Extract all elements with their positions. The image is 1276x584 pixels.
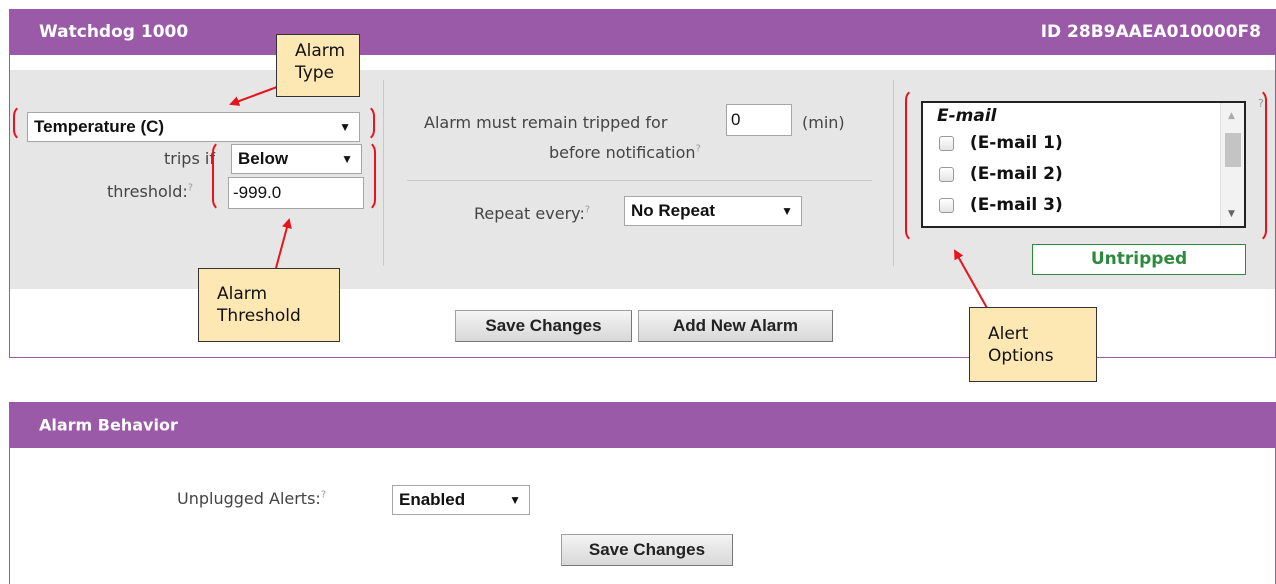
alarm-threshold-callout: Alarm Threshold [198, 268, 340, 342]
alarm-behavior-title: Alarm Behavior [39, 415, 178, 435]
repeat-label: Repeat every:? [474, 204, 591, 223]
alarm-type-callout: Alarm Type [276, 34, 360, 97]
minutes-unit: (min) [802, 113, 845, 132]
tripped-duration-label: Alarm must remain tripped for [424, 113, 668, 132]
device-id: ID 28B9AAEA010000F8 [1040, 22, 1261, 42]
alarm-behavior-header: Alarm Behavior [9, 402, 1276, 448]
dropdown-arrow-icon: ▼ [781, 204, 793, 218]
repeat-select[interactable]: No Repeat ▼ [624, 196, 802, 226]
notification-label: before notification? [549, 143, 701, 162]
alert-options-callout: Alert Options [969, 307, 1097, 382]
behavior-save-button[interactable]: Save Changes [561, 534, 733, 566]
column-divider [383, 80, 384, 266]
save-changes-button[interactable]: Save Changes [455, 310, 632, 342]
help-icon[interactable]: ? [188, 183, 193, 194]
tripped-minutes-input[interactable]: 0 [726, 104, 792, 136]
device-header: Watchdog 1000 ID 28B9AAEA010000F8 [9, 9, 1276, 55]
device-title: Watchdog 1000 [39, 22, 189, 42]
help-icon[interactable]: ? [585, 205, 590, 216]
dropdown-arrow-icon: ▼ [509, 493, 521, 507]
add-new-alarm-button[interactable]: Add New Alarm [638, 310, 833, 342]
alarm-threshold-highlight [212, 140, 376, 212]
column-divider [893, 80, 894, 266]
threshold-label: threshold:? [107, 182, 194, 201]
help-icon[interactable]: ? [321, 490, 326, 501]
unplugged-alerts-label: Unplugged Alerts:? [177, 489, 327, 508]
help-icon[interactable]: ? [696, 144, 701, 155]
alert-options-highlight [905, 88, 1267, 243]
unplugged-alerts-select[interactable]: Enabled ▼ [392, 485, 530, 515]
trips-if-label: trips if [164, 149, 215, 168]
alarm-status-badge: Untripped [1032, 244, 1246, 275]
section-divider [407, 180, 872, 181]
alarm-type-highlight [13, 104, 375, 142]
